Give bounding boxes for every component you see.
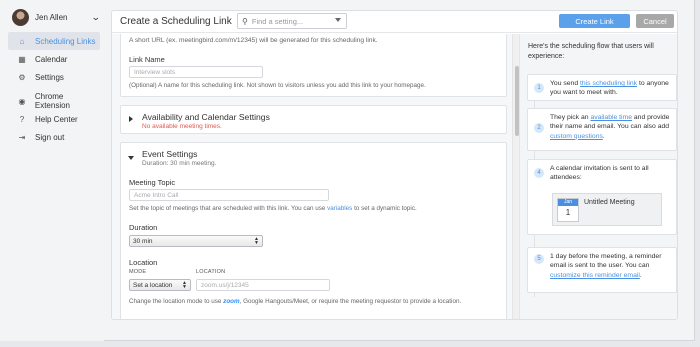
panel-header: Create a Scheduling Link ⚲ Find a settin… — [112, 11, 677, 33]
location-mode-select[interactable]: Set a location ▲ ▼ — [129, 279, 191, 291]
flow-step-5: 5 1 day before the meeting, a reminder e… — [527, 247, 677, 293]
sidebar-item-help-center[interactable]: ? Help Center — [8, 110, 100, 128]
stepper-arrows-icon: ▲ ▼ — [182, 280, 187, 290]
flow-heading: Here's the scheduling flow that users wi… — [528, 43, 654, 60]
calendar-invite-preview: Jan 1 Untitled Meeting — [552, 193, 662, 226]
sidebar-item-calendar[interactable]: ▦ Calendar — [8, 50, 100, 68]
location-help-text-end: , Google Hangouts/Meet, or require the m… — [239, 298, 462, 305]
custom-questions-link[interactable]: custom questions — [550, 133, 603, 140]
avatar — [12, 8, 29, 26]
event-settings-summary: Duration: 30 min meeting. — [142, 160, 217, 167]
flow-step-2: 2 They pick an available time and provid… — [527, 108, 677, 151]
chevron-down-icon[interactable]: ⌄ — [91, 12, 101, 23]
mode-value: Set a location — [133, 282, 173, 289]
location-input[interactable]: zoom.us/j/12345 — [196, 279, 330, 291]
step-text: They pick an available time and provide … — [550, 113, 672, 141]
topic-help-text-end: to set a dynamic topic. — [354, 205, 417, 212]
step-number: 1 — [534, 83, 544, 93]
caret-down-icon[interactable] — [128, 156, 134, 160]
calendar-date-icon: Jan 1 — [557, 198, 579, 222]
create-link-panel: Create a Scheduling Link ⚲ Find a settin… — [111, 10, 678, 320]
scheduling-flow-panel: Here's the scheduling flow that users wi… — [519, 34, 677, 319]
sign-out-icon: ⇥ — [18, 132, 26, 142]
sidebar-nav: ⌂ Scheduling Links ▦ Calendar ⚙ Settings… — [8, 32, 100, 146]
duration-value: 30 min — [133, 238, 153, 245]
availability-section[interactable]: Availability and Calendar Settings No av… — [120, 105, 507, 134]
flow-step-4: 4 A calendar invitation is sent to all a… — [527, 159, 677, 235]
calendar-day: 1 — [565, 208, 571, 217]
link-name-help: (Optional) A name for this scheduling li… — [129, 82, 426, 89]
short-url-hint: A short URL (ex. meetingbird.com/m/12345… — [129, 37, 378, 44]
availability-title: Availability and Calendar Settings — [142, 112, 270, 122]
sidebar-item-label: Settings — [35, 72, 64, 82]
meeting-topic-input[interactable]: Acme Intro Call — [129, 189, 329, 201]
help-icon: ? — [19, 114, 25, 124]
variables-link[interactable]: variables — [327, 205, 352, 212]
create-link-button[interactable]: Create Link — [559, 14, 630, 28]
event-settings-section: Event Settings Duration: 30 min meeting.… — [120, 142, 507, 319]
step-text-part: . — [639, 271, 642, 279]
link-name-card: A short URL (ex. meetingbird.com/m/12345… — [120, 34, 507, 97]
content-scrollbar[interactable] — [512, 34, 519, 319]
meeting-topic-label: Meeting Topic — [129, 178, 176, 187]
user-menu[interactable]: Jen Allen ⌄ — [12, 8, 101, 26]
calendar-icon: ▦ — [18, 54, 26, 64]
cancel-button[interactable]: Cancel — [636, 14, 674, 28]
step-number: 4 — [534, 168, 544, 178]
sidebar-item-label: Scheduling Links — [35, 36, 96, 46]
caret-down-icon — [335, 18, 341, 22]
settings-search-input[interactable]: ⚲ Find a setting... — [237, 13, 347, 29]
scheduling-link[interactable]: this scheduling link — [580, 80, 637, 87]
zoom-logo: zoom — [223, 298, 240, 305]
location-label: Location — [129, 258, 158, 267]
flow-step-1: 1 You send this scheduling link to anyon… — [527, 74, 677, 101]
mode-label: MODE — [129, 269, 147, 275]
meeting-topic-help: Set the topic of meetings that are sched… — [129, 205, 417, 212]
sidebar-item-label: Sign out — [35, 132, 65, 142]
topic-help-text: Set the topic of meetings that are sched… — [129, 205, 326, 212]
step-text: 1 day before the meeting, a reminder ema… — [550, 252, 672, 280]
customize-reminder-link[interactable]: customize this reminder email — [550, 272, 640, 279]
location-help-text: Change the location mode to use — [129, 298, 222, 305]
location-help: Change the location mode to use zoom, Go… — [129, 298, 461, 305]
duration-label: Duration — [129, 223, 158, 232]
chrome-icon: ◉ — [18, 96, 26, 106]
settings-content: A short URL (ex. meetingbird.com/m/12345… — [112, 34, 512, 319]
step-text-part: . — [602, 132, 605, 140]
app-window: Jen Allen ⌄ ⌂ Scheduling Links ▦ Calenda… — [0, 0, 695, 341]
calendar-month: Jan — [558, 199, 578, 206]
step-text: You send this scheduling link to anyone … — [550, 79, 672, 98]
sidebar-item-label: Chrome Extension — [34, 92, 71, 110]
step-text: A calendar invitation is sent to all att… — [550, 165, 649, 182]
meeting-title: Untitled Meeting — [584, 199, 635, 206]
sidebar-item-sign-out[interactable]: ⇥ Sign out — [8, 128, 100, 146]
sidebar-item-label: Calendar — [35, 54, 68, 64]
caret-right-icon — [129, 116, 133, 122]
step-text-part: 1 day before the meeting, a reminder ema… — [550, 253, 662, 270]
sidebar-item-settings[interactable]: ⚙ Settings — [8, 68, 100, 86]
link-name-input[interactable]: Interview slots — [129, 66, 263, 78]
stepper-arrows-icon: ▲ ▼ — [254, 236, 259, 246]
sidebar: Jen Allen ⌄ ⌂ Scheduling Links ▦ Calenda… — [0, 0, 104, 341]
event-settings-title[interactable]: Event Settings — [142, 149, 197, 159]
search-icon: ⚲ — [242, 16, 248, 26]
gear-icon: ⚙ — [18, 72, 26, 82]
link-name-label: Link Name — [129, 55, 165, 64]
home-icon: ⌂ — [19, 36, 25, 46]
location-sub-label: LOCATION — [196, 269, 226, 275]
step-text-part: You send — [550, 80, 580, 87]
sidebar-item-scheduling-links[interactable]: ⌂ Scheduling Links — [8, 32, 100, 50]
page-title: Create a Scheduling Link — [120, 16, 232, 27]
sidebar-item-chrome-extension[interactable]: ◉ Chrome Extension — [8, 92, 100, 110]
available-time-link[interactable]: available time — [590, 114, 632, 121]
step-text-part: They pick an — [550, 114, 591, 121]
search-placeholder: Find a setting... — [251, 16, 304, 26]
user-name: Jen Allen — [35, 12, 68, 22]
step-number: 2 — [534, 123, 544, 133]
step-number: 5 — [534, 254, 544, 264]
duration-select[interactable]: 30 min ▲ ▼ — [129, 235, 263, 247]
availability-status: No available meeting times. — [142, 123, 222, 130]
sidebar-item-label: Help Center — [35, 114, 78, 124]
